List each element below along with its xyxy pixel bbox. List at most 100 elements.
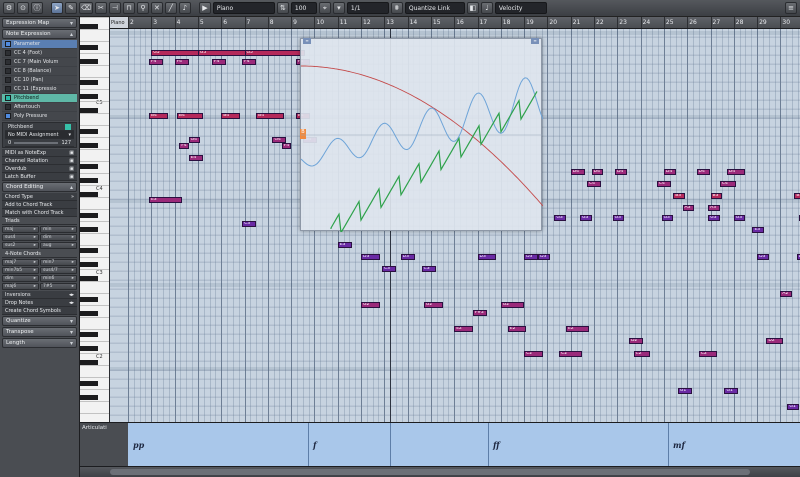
draw-tool-icon[interactable]: ✎: [65, 2, 77, 14]
midi-note[interactable]: C2: [559, 351, 583, 357]
midi-note[interactable]: F#2: [472, 310, 487, 316]
chord-type-row[interactable]: Chord Type »: [2, 193, 77, 201]
toggle-icon[interactable]: ▣: [69, 166, 74, 172]
midi-note[interactable]: G3: [580, 215, 592, 221]
snap-mode-icon[interactable]: ▾: [332, 2, 345, 14]
range-slider[interactable]: [14, 141, 59, 144]
triad-sus2-button[interactable]: sus2 ▸: [2, 242, 39, 249]
midi-note[interactable]: D2: [628, 338, 643, 344]
chord-button[interactable]: min7 ▸: [40, 259, 77, 266]
midi-as-noteexp-row[interactable]: MIDI as NoteExp ▣: [2, 149, 77, 157]
black-key[interactable]: [80, 45, 98, 50]
solo-editor-button[interactable]: ⚙: [3, 2, 15, 14]
midi-note[interactable]: G3: [733, 215, 746, 221]
midi-note[interactable]: B4: [148, 113, 168, 119]
midi-note[interactable]: D4: [663, 169, 676, 175]
grid-field[interactable]: 1/1: [346, 2, 389, 14]
velocity-field[interactable]: Velocity: [494, 2, 547, 14]
midi-note[interactable]: D3: [524, 254, 539, 260]
midi-note[interactable]: F4: [174, 59, 189, 65]
glue-tool-icon[interactable]: ⊓: [122, 2, 135, 14]
midi-note[interactable]: F4: [242, 59, 257, 65]
midi-note[interactable]: E2: [454, 326, 473, 332]
midi-note[interactable]: C4: [587, 181, 601, 187]
window-menu-icon[interactable]: ≡: [785, 2, 797, 14]
dynamic-ff[interactable]: ff: [493, 440, 500, 450]
color-icon[interactable]: ◧: [466, 2, 479, 14]
midi-note[interactable]: B4: [221, 113, 240, 119]
checkbox-icon[interactable]: [5, 95, 11, 101]
black-key[interactable]: [80, 143, 98, 148]
cc-item[interactable]: CC 11 (Expressio: [2, 85, 77, 94]
midi-note[interactable]: F4: [211, 59, 226, 65]
cc-item[interactable]: CC 4 (Foot): [2, 49, 77, 58]
transpose-icon[interactable]: ⇅: [276, 2, 289, 14]
midi-note[interactable]: G5: [244, 50, 306, 56]
midi-note[interactable]: B4: [176, 113, 203, 119]
checkbox-icon[interactable]: [5, 104, 11, 110]
midi-note[interactable]: G2: [361, 302, 380, 308]
black-key[interactable]: [80, 94, 98, 99]
dynamic-pp[interactable]: pp: [133, 440, 144, 450]
checkbox-icon[interactable]: [5, 59, 11, 65]
articulation-lane-label[interactable]: Articulati: [80, 422, 128, 466]
black-key[interactable]: [80, 59, 98, 64]
midi-note[interactable]: E2: [507, 326, 527, 332]
black-key[interactable]: [80, 80, 98, 85]
triad-min-button[interactable]: min ▸: [40, 226, 77, 233]
cc-item[interactable]: CC 10 (Pan): [2, 76, 77, 85]
chord-button[interactable]: 7#5 ▸: [40, 283, 77, 290]
midi-note[interactable]: B3: [794, 193, 800, 199]
midi-note[interactable]: D3: [400, 254, 415, 260]
articulation-lane[interactable]: pp f ff mf: [128, 422, 800, 466]
tempo-field[interactable]: 100: [290, 2, 317, 14]
note-expression-editor[interactable]: ≡ ≡ B: [300, 38, 543, 232]
erase-tool-icon[interactable]: ⌫: [79, 2, 93, 14]
expression-curves[interactable]: [301, 39, 543, 232]
scrub-tool-icon[interactable]: ♪: [178, 2, 191, 14]
track-selector[interactable]: Piano: [212, 2, 275, 14]
midi-note[interactable]: D4: [614, 169, 627, 175]
checkbox-icon[interactable]: [5, 68, 11, 74]
chord-button[interactable]: sus4/7 ▸: [40, 267, 77, 274]
stepper-icon[interactable]: ◂▸: [69, 300, 74, 306]
midi-note[interactable]: C2: [698, 351, 718, 357]
toggle-icon[interactable]: ▣: [69, 158, 74, 164]
midi-note[interactable]: G1: [677, 388, 692, 394]
black-key[interactable]: [80, 381, 98, 386]
dynamic-f[interactable]: f: [313, 440, 316, 450]
midi-note[interactable]: D3: [757, 254, 769, 260]
midi-note[interactable]: G2: [500, 302, 525, 308]
midi-note[interactable]: B4: [256, 113, 285, 119]
black-key[interactable]: [80, 395, 98, 400]
midi-note[interactable]: C2: [524, 351, 543, 357]
midi-note[interactable]: B3: [710, 193, 723, 199]
volume-curve[interactable]: [301, 65, 543, 207]
midi-note[interactable]: D3: [538, 254, 550, 260]
black-key[interactable]: [80, 164, 98, 169]
pitchbend-item[interactable]: Pitchbend: [2, 94, 77, 103]
midi-note[interactable]: G1: [787, 404, 800, 410]
midi-note[interactable]: E3: [752, 227, 765, 233]
add-to-chord-track-button[interactable]: Add to Chord Track: [2, 201, 77, 209]
insert-velocity-icon[interactable]: ♩: [480, 2, 493, 14]
midi-note[interactable]: A2: [780, 291, 793, 297]
midi-note[interactable]: G3: [661, 215, 674, 221]
midi-note[interactable]: C4: [719, 181, 737, 187]
aftertouch-item[interactable]: Aftertouch: [2, 103, 77, 112]
show-info-button[interactable]: ⓘ: [31, 2, 43, 14]
checkbox-icon[interactable]: [5, 77, 11, 83]
midi-note[interactable]: G1: [724, 388, 739, 394]
midi-note[interactable]: G3: [554, 215, 567, 221]
midi-note[interactable]: D4: [726, 169, 746, 175]
drop-notes-row[interactable]: Drop Notes ◂▸: [2, 299, 77, 307]
midi-note[interactable]: D2: [766, 338, 783, 344]
black-key[interactable]: [80, 346, 98, 351]
black-key[interactable]: [80, 227, 98, 232]
chord-editing-section[interactable]: Chord Editing ▴: [2, 182, 77, 192]
midi-note[interactable]: A3: [708, 205, 720, 211]
quantize-section[interactable]: Quantize ▾: [2, 316, 77, 326]
latch-buffer-row[interactable]: Latch Buffer ▣: [2, 173, 77, 181]
midi-note[interactable]: G3: [708, 215, 720, 221]
black-key[interactable]: [80, 332, 98, 337]
